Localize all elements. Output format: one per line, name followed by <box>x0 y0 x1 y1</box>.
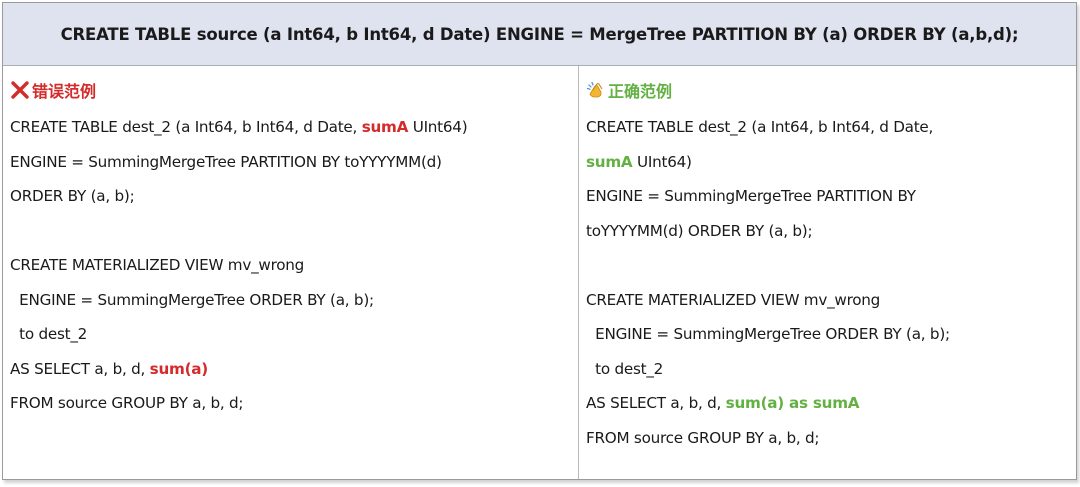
wrong-example-label: 错误范例 <box>32 82 97 101</box>
code-line: CREATE TABLE dest_2 (a Int64, b Int64, d… <box>586 110 950 145</box>
highlighted-code: sum(a) as sumA <box>725 394 860 412</box>
code-line: CREATE MATERIALIZED VIEW mv_wrong <box>10 248 467 283</box>
code-text: CREATE MATERIALIZED VIEW mv_wrong <box>10 256 305 274</box>
code-line: FROM source GROUP BY a, b, d; <box>10 386 467 421</box>
code-line: CREATE TABLE dest_2 (a Int64, b Int64, d… <box>10 110 468 145</box>
code-text: ENGINE = SummingMergeTree ORDER BY (a, b… <box>586 325 950 343</box>
code-text: UInt64) <box>632 152 692 171</box>
code-line: toYYYYMM(d) ORDER BY (a, b); <box>586 214 950 249</box>
code-text: toYYYYMM(d) ORDER BY (a, b); <box>586 221 813 240</box>
wrong-example-column: 错误范例 CREATE TABLE dest_2 (a Int64, b Int… <box>3 66 579 479</box>
code-text: ENGINE = SummingMergeTree PARTITION BY <box>586 187 916 205</box>
code-line: ENGINE = SummingMergeTree PARTITION BY <box>586 179 950 214</box>
code-text: UInt64) <box>408 118 468 136</box>
code-text: ENGINE = SummingMergeTree PARTITION BY t… <box>10 152 442 171</box>
code-line: AS SELECT a, b, d, sum(a) <box>10 352 467 387</box>
correct-example-column: 正确范例 CREATE TABLE dest_2 (a Int64, b Int… <box>579 66 1076 479</box>
code-line: AS SELECT a, b, d, sum(a) as sumA <box>586 386 950 421</box>
highlighted-code: sumA <box>586 152 633 171</box>
correct-example-label: 正确范例 <box>608 82 673 101</box>
code-text: AS SELECT a, b, d, <box>586 394 726 412</box>
highlighted-code: sum(a) <box>149 359 209 378</box>
code-text: ENGINE = SummingMergeTree ORDER BY (a, b… <box>10 290 374 309</box>
wrong-example-heading: 错误范例 <box>10 78 96 102</box>
code-line: ENGINE = SummingMergeTree ORDER BY (a, b… <box>10 283 467 318</box>
code-line: ENGINE = SummingMergeTree ORDER BY (a, b… <box>586 317 950 352</box>
code-text: AS SELECT a, b, d, <box>10 359 150 378</box>
highlighted-code: sumA <box>361 118 409 136</box>
red-x-icon <box>11 81 29 99</box>
code-text: to dest_2 <box>586 359 664 378</box>
clapping-hands-icon <box>586 81 603 98</box>
table-header: CREATE TABLE source (a Int64, b Int64, d… <box>3 3 1076 66</box>
comparison-table: CREATE TABLE source (a Int64, b Int64, d… <box>2 2 1077 480</box>
code-line: to dest_2 <box>586 352 950 387</box>
code-line: ORDER BY (a, b); <box>10 179 467 214</box>
code-text: CREATE MATERIALIZED VIEW mv_wrong <box>586 290 881 309</box>
source-table-statement: CREATE TABLE source (a Int64, b Int64, d… <box>60 24 1019 44</box>
correct-example-code: CREATE TABLE dest_2 (a Int64, b Int64, d… <box>586 110 950 455</box>
code-text: CREATE TABLE dest_2 (a Int64, b Int64, d… <box>586 118 934 136</box>
code-line: CREATE MATERIALIZED VIEW mv_wrong <box>586 283 950 318</box>
code-line: sumA UInt64) <box>586 145 950 180</box>
code-line: ENGINE = SummingMergeTree PARTITION BY t… <box>10 145 467 180</box>
code-line: to dest_2 <box>10 317 467 352</box>
code-text: FROM source GROUP BY a, b, d; <box>10 394 244 412</box>
code-text: to dest_2 <box>10 325 88 343</box>
code-line: FROM source GROUP BY a, b, d; <box>586 421 950 456</box>
code-text: CREATE TABLE dest_2 (a Int64, b Int64, d… <box>10 118 362 136</box>
wrong-example-code: CREATE TABLE dest_2 (a Int64, b Int64, d… <box>10 110 468 421</box>
code-text: ORDER BY (a, b); <box>10 187 135 205</box>
correct-example-heading: 正确范例 <box>586 78 672 102</box>
code-text: FROM source GROUP BY a, b, d; <box>586 428 820 447</box>
